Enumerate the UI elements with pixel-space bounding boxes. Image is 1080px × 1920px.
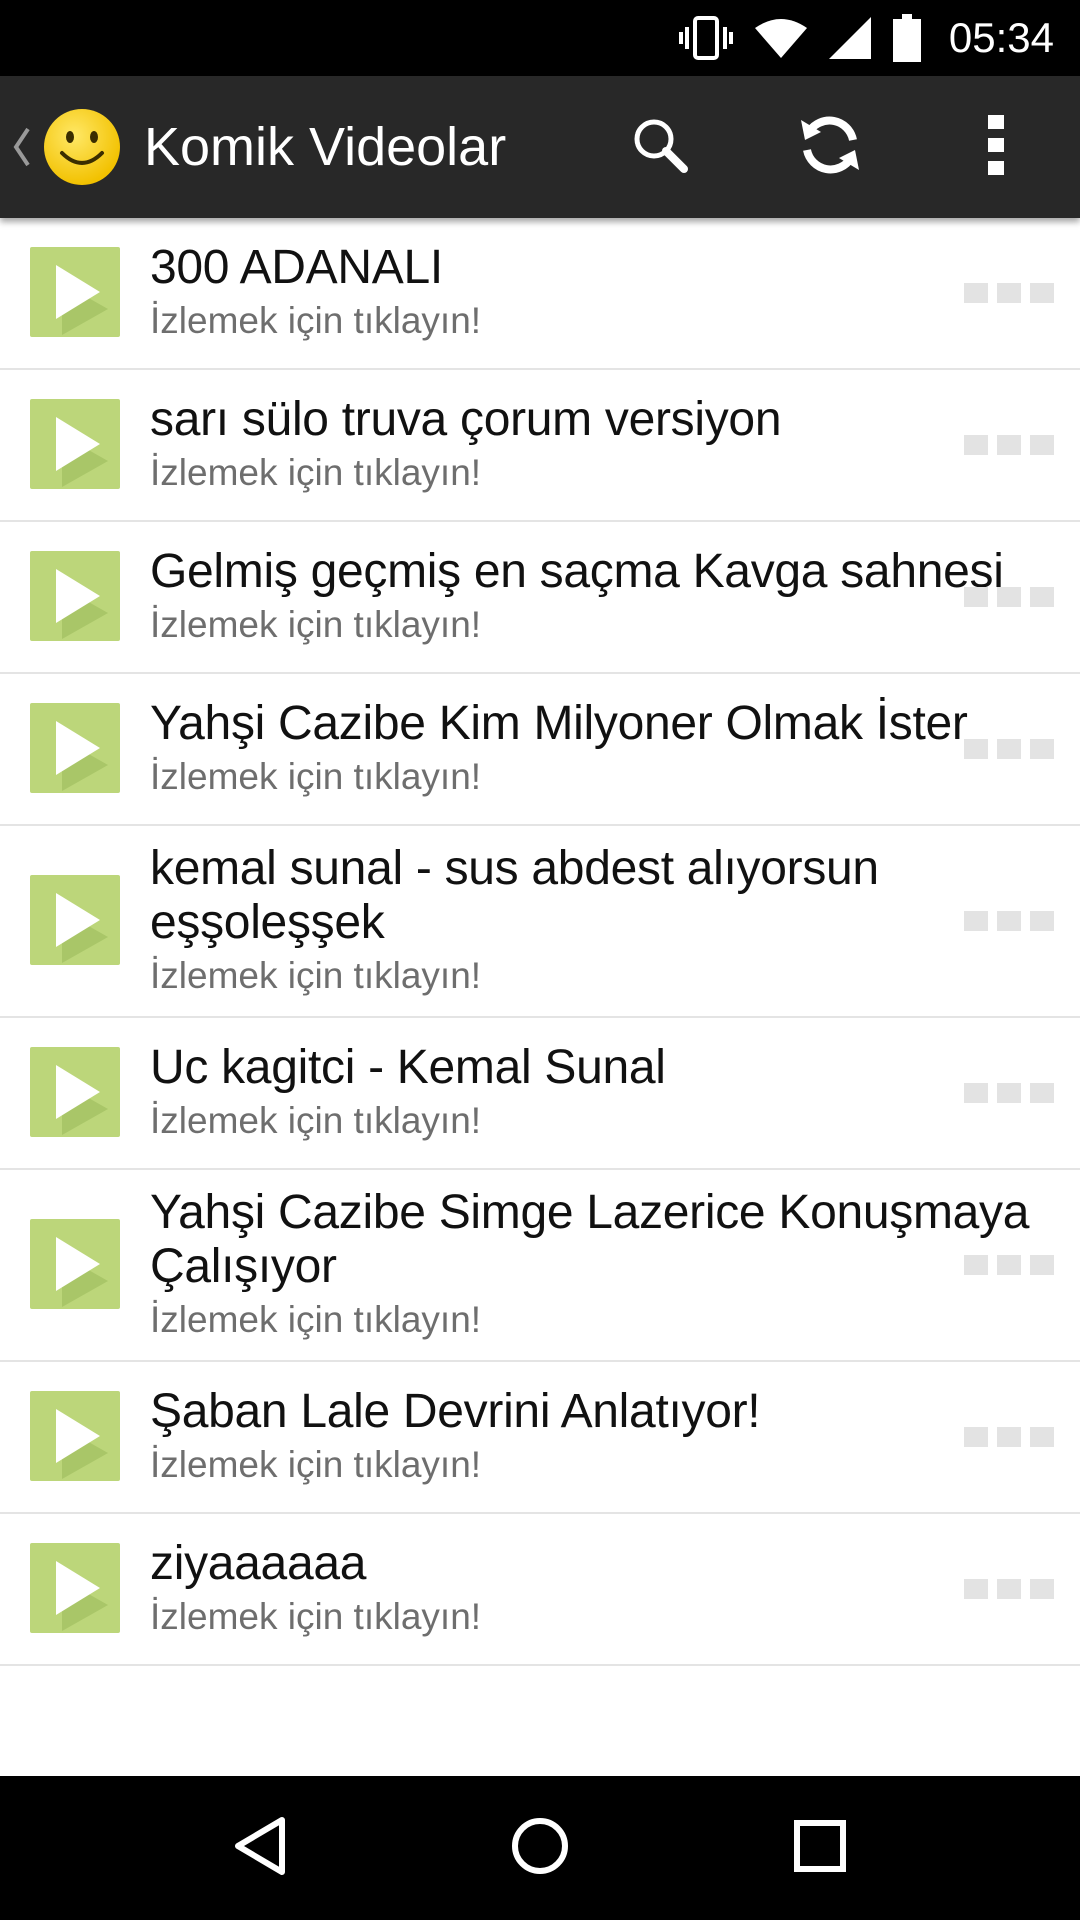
play-icon[interactable] (30, 399, 120, 489)
video-subtitle: İzlemek için tıklayın! (150, 300, 482, 341)
item-more-menu-icon[interactable] (964, 433, 1054, 457)
recents-button[interactable] (760, 1788, 880, 1908)
refresh-icon (795, 110, 865, 184)
list-item[interactable]: Şaban Lale Devrini Anlatıyor! İzlemek iç… (0, 1362, 1080, 1514)
list-item[interactable]: kemal sunal - sus abdest alıyorsun eşşol… (0, 826, 1080, 1018)
back-button[interactable] (200, 1788, 320, 1908)
item-more-menu-icon[interactable] (964, 1425, 1054, 1449)
play-icon[interactable] (30, 1543, 120, 1633)
page-title: Komik Videolar (144, 117, 507, 177)
video-title: Yahşi Cazibe Kim Milyoner Olmak İster (150, 697, 968, 750)
video-subtitle: İzlemek için tıklayın! (150, 756, 482, 797)
list-item[interactable]: Yahşi Cazibe Kim Milyoner Olmak İster İz… (0, 674, 1080, 826)
video-subtitle: İzlemek için tıklayın! (150, 452, 482, 493)
back-icon (232, 1816, 288, 1880)
play-icon[interactable] (30, 1219, 120, 1309)
up-caret-icon[interactable] (12, 117, 36, 177)
video-subtitle: İzlemek için tıklayın! (150, 1100, 482, 1141)
search-button[interactable] (600, 76, 720, 218)
action-bar: Komik Videolar (0, 76, 1080, 218)
item-more-menu-icon[interactable] (964, 737, 1054, 761)
list-item[interactable]: 300 ADANALI İzlemek için tıklayın! (0, 218, 1080, 370)
home-icon (511, 1817, 569, 1879)
item-more-menu-icon[interactable] (964, 1081, 1054, 1105)
video-subtitle: İzlemek için tıklayın! (150, 955, 482, 996)
item-more-menu-icon[interactable] (964, 1253, 1054, 1277)
app-logo-smiley-icon[interactable] (42, 107, 122, 187)
video-title: Uc kagitci - Kemal Sunal (150, 1041, 666, 1094)
video-subtitle: İzlemek için tıklayın! (150, 1596, 482, 1637)
list-item[interactable]: sarı sülo truva çorum versiyon İzlemek i… (0, 370, 1080, 522)
video-title: Şaban Lale Devrini Anlatıyor! (150, 1385, 761, 1438)
list-item[interactable]: Yahşi Cazibe Simge Lazerice Konuşmaya Ça… (0, 1170, 1080, 1362)
list-item[interactable]: Uc kagitci - Kemal Sunal İzlemek için tı… (0, 1018, 1080, 1170)
video-title: ziyaaaaaa (150, 1537, 367, 1590)
home-button[interactable] (480, 1788, 600, 1908)
play-icon[interactable] (30, 551, 120, 641)
video-title: kemal sunal - sus abdest alıyorsun eşşol… (150, 842, 879, 949)
play-icon[interactable] (30, 875, 120, 965)
navigation-bar (0, 1776, 1080, 1920)
video-title: Yahşi Cazibe Simge Lazerice Konuşmaya Ça… (150, 1186, 1030, 1293)
video-subtitle: İzlemek için tıklayın! (150, 1444, 482, 1485)
refresh-button[interactable] (770, 76, 890, 218)
battery-icon (892, 14, 921, 62)
play-icon[interactable] (30, 1391, 120, 1481)
wifi-icon (754, 18, 807, 58)
video-title: sarı sülo truva çorum versiyon (150, 393, 782, 446)
video-title: 300 ADANALI (150, 241, 443, 294)
play-icon[interactable] (30, 247, 120, 337)
item-more-menu-icon[interactable] (964, 281, 1054, 305)
recents-icon (794, 1820, 846, 1876)
vibrate-icon (678, 15, 733, 61)
cell-signal-icon (828, 17, 871, 59)
status-bar: 05:34 (0, 0, 1080, 76)
play-icon[interactable] (30, 1047, 120, 1137)
list-item[interactable]: Gelmiş geçmiş en saçma Kavga sahnesi İzl… (0, 522, 1080, 674)
list-item[interactable]: ziyaaaaaa İzlemek için tıklayın! (0, 1514, 1080, 1666)
status-time: 05:34 (948, 14, 1054, 61)
play-icon[interactable] (30, 703, 120, 793)
overflow-menu-button[interactable] (936, 76, 1056, 218)
video-title: Gelmiş geçmiş en saçma Kavga sahnesi (150, 545, 1004, 598)
video-subtitle: İzlemek için tıklayın! (150, 604, 482, 645)
video-subtitle: İzlemek için tıklayın! (150, 1299, 482, 1340)
item-more-menu-icon[interactable] (964, 585, 1054, 609)
overflow-menu-icon (986, 113, 1006, 181)
item-more-menu-icon[interactable] (964, 1577, 1054, 1601)
search-icon (630, 115, 690, 179)
video-list[interactable]: 300 ADANALI İzlemek için tıklayın! sarı … (0, 218, 1080, 1776)
item-more-menu-icon[interactable] (964, 909, 1054, 933)
